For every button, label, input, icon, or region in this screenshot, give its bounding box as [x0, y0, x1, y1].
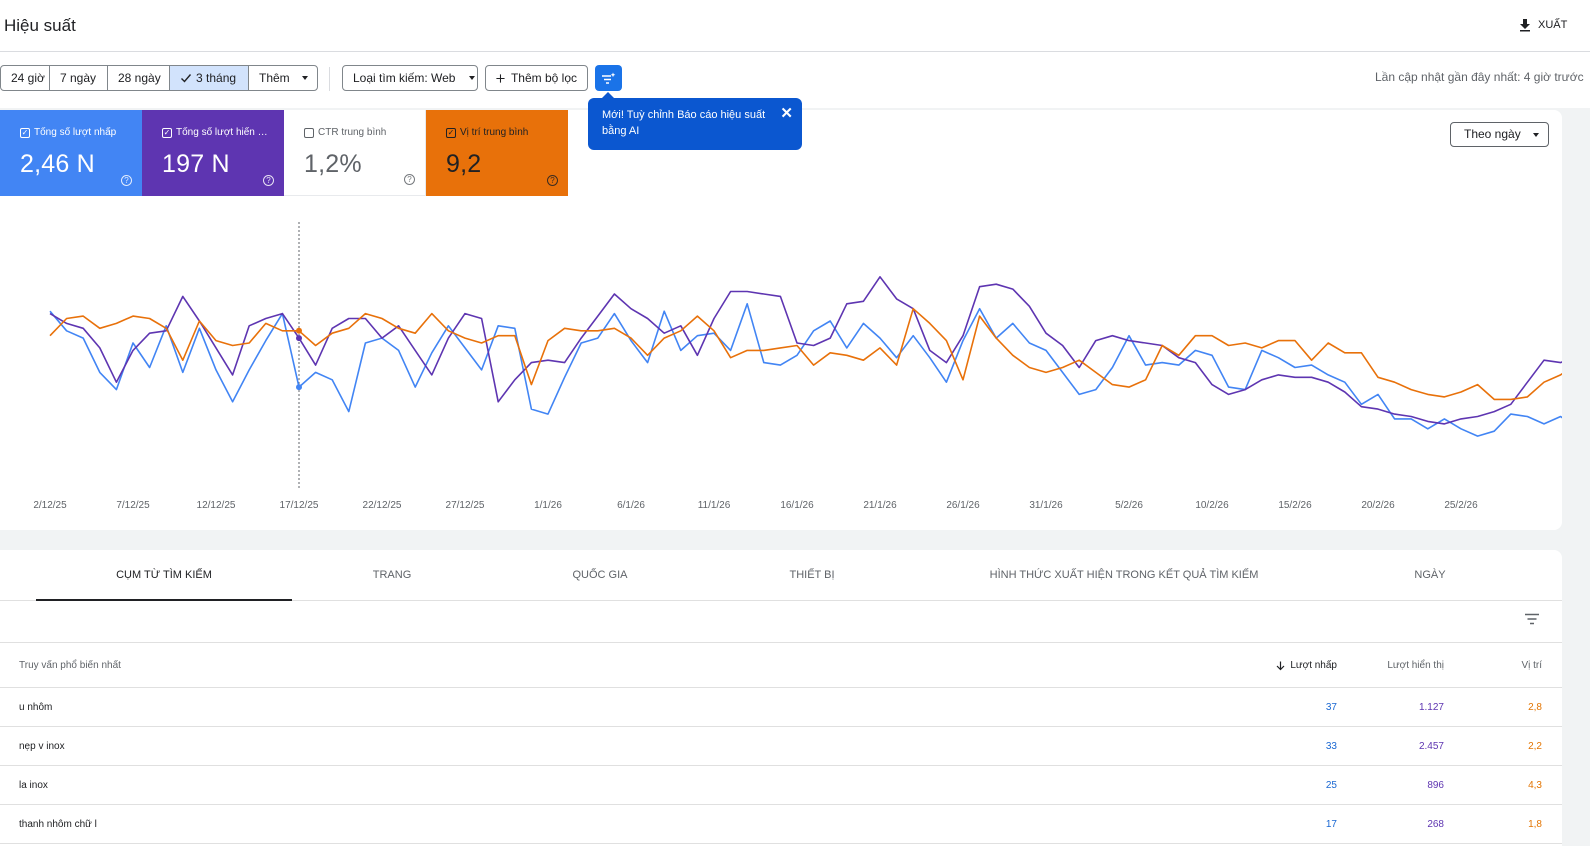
export-label: XUẤT	[1538, 19, 1568, 31]
chevron-down-icon	[469, 76, 476, 80]
tab-devices[interactable]: THIẾT BỊ	[712, 550, 912, 601]
download-icon	[1520, 19, 1530, 32]
export-button[interactable]: XUẤT	[1518, 18, 1567, 32]
tab-queries[interactable]: CỤM TỪ TÌM KIẾM	[36, 550, 292, 601]
ai-customize-button[interactable]	[595, 65, 622, 91]
tab-pages[interactable]: TRANG	[292, 550, 492, 601]
x-tick-label: 25/2/26	[1444, 500, 1478, 511]
query-cell: nẹp v inox	[19, 741, 65, 752]
position-cell: 2,8	[1528, 702, 1542, 713]
x-tick-label: 11/1/26	[698, 500, 731, 511]
x-tick-label: 10/2/26	[1195, 500, 1229, 511]
tab-search-appearance[interactable]: HÌNH THỨC XUẤT HIỆN TRONG KẾT QUẢ TÌM KI…	[954, 550, 1294, 601]
check-icon	[181, 74, 192, 83]
x-tick-label: 31/1/26	[1029, 500, 1063, 511]
table-row[interactable]: thanh nhôm chữ l 17 268 1,8	[0, 805, 1562, 844]
table-header: Truy vấn phổ biến nhất Lượt nhấp Lượt hi…	[0, 642, 1562, 688]
x-tick-label: 27/12/25	[446, 500, 485, 511]
series-line-1	[49, 276, 1562, 425]
hover-point-1	[296, 335, 302, 342]
impressions-cell: 268	[1427, 819, 1444, 830]
impressions-cell: 896	[1427, 780, 1444, 791]
hover-point-0	[296, 384, 302, 391]
col-clicks[interactable]: Lượt nhấp	[1276, 660, 1337, 671]
hover-point-2	[296, 327, 302, 334]
range-7d[interactable]: 7 ngày	[50, 66, 108, 90]
x-tick-label: 2/12/25	[33, 500, 67, 511]
x-tick-label: 16/1/26	[780, 500, 814, 511]
tab-countries[interactable]: QUỐC GIA	[500, 550, 700, 601]
col-position[interactable]: Vị trí	[1521, 660, 1542, 671]
query-cell: la inox	[19, 780, 48, 791]
page-title: Hiệu suất	[4, 16, 76, 35]
date-range-selector: 24 giờ 7 ngày 28 ngày 3 tháng Thêm	[0, 65, 318, 91]
performance-line-chart[interactable]: 2/12/25 7/12/25 12/12/25 17/12/25 22/12/25 27…	[0, 110, 1562, 530]
query-cell: thanh nhôm chữ l	[19, 819, 97, 830]
table-row[interactable]: nẹp v inox 33 2.457 2,2	[0, 727, 1562, 766]
x-tick-label: 6/1/26	[617, 500, 645, 511]
position-cell: 4,3	[1528, 780, 1542, 791]
x-tick-label: 1/1/26	[534, 500, 562, 511]
col-query[interactable]: Truy vấn phổ biến nhất	[19, 660, 121, 671]
x-tick-label: 26/1/26	[946, 500, 980, 511]
clicks-cell: 17	[1325, 819, 1337, 830]
search-type-dropdown[interactable]: Loại tìm kiếm: Web	[342, 65, 478, 91]
clicks-cell: 37	[1325, 702, 1337, 713]
table-row[interactable]: u nhôm 37 1.127 2,8	[0, 688, 1562, 727]
x-tick-label: 5/2/26	[1115, 500, 1143, 511]
plus-icon	[496, 73, 505, 83]
page-header: Hiệu suất XUẤT	[0, 0, 1590, 52]
position-cell: 2,2	[1528, 741, 1542, 752]
clicks-cell: 25	[1325, 780, 1337, 791]
last-updated-text: Lần cập nhật gần đây nhất: 4 giờ trước	[1375, 70, 1584, 84]
series-line-0	[49, 303, 1562, 437]
x-tick-label: 21/1/26	[863, 500, 897, 511]
table-row[interactable]: la inox 25 896 4,3	[0, 766, 1562, 805]
x-tick-label: 22/12/25	[363, 500, 402, 511]
range-more[interactable]: Thêm	[249, 66, 317, 90]
tab-dates[interactable]: NGÀY	[1330, 550, 1530, 601]
x-tick-label: 17/12/25	[280, 500, 319, 511]
query-cell: u nhôm	[19, 702, 53, 713]
performance-chart-card: ✓ Tổng số lượt nhấp 2,46 N ? ✓ Tổng số lượ…	[0, 110, 1562, 530]
close-icon[interactable]: ✕	[780, 106, 793, 121]
dimension-table-card: CỤM TỪ TÌM KIẾM TRANG QUỐC GIA THIẾT BỊ …	[0, 550, 1562, 846]
position-cell: 1,8	[1528, 819, 1542, 830]
impressions-cell: 1.127	[1418, 702, 1444, 713]
divider	[329, 67, 330, 91]
range-28d[interactable]: 28 ngày	[108, 66, 170, 90]
arrow-down-icon	[1276, 661, 1285, 670]
add-filter-button[interactable]: Thêm bộ lọc	[485, 65, 588, 91]
ai-feature-tooltip: Mới! Tuỳ chỉnh Báo cáo hiệu suất bằng AI…	[588, 92, 802, 150]
filter-icon[interactable]	[1524, 612, 1540, 626]
x-tick-label: 20/2/26	[1361, 500, 1395, 511]
col-impressions[interactable]: Lượt hiển thị	[1387, 660, 1444, 671]
x-tick-label: 15/2/26	[1278, 500, 1312, 511]
dimension-tabs: CỤM TỪ TÌM KIẾM TRANG QUỐC GIA THIẾT BỊ …	[0, 550, 1562, 601]
range-3m[interactable]: 3 tháng	[170, 66, 249, 90]
sparkle-filter-icon	[602, 72, 616, 84]
x-tick-label: 12/12/25	[197, 500, 236, 511]
tooltip-text: Mới! Tuỳ chỉnh Báo cáo hiệu suất bằng AI	[602, 109, 766, 137]
impressions-cell: 2.457	[1418, 741, 1444, 752]
clicks-cell: 33	[1325, 741, 1337, 752]
x-tick-label: 7/12/25	[116, 500, 150, 511]
chevron-down-icon	[301, 76, 308, 80]
range-24h[interactable]: 24 giờ	[1, 66, 50, 90]
